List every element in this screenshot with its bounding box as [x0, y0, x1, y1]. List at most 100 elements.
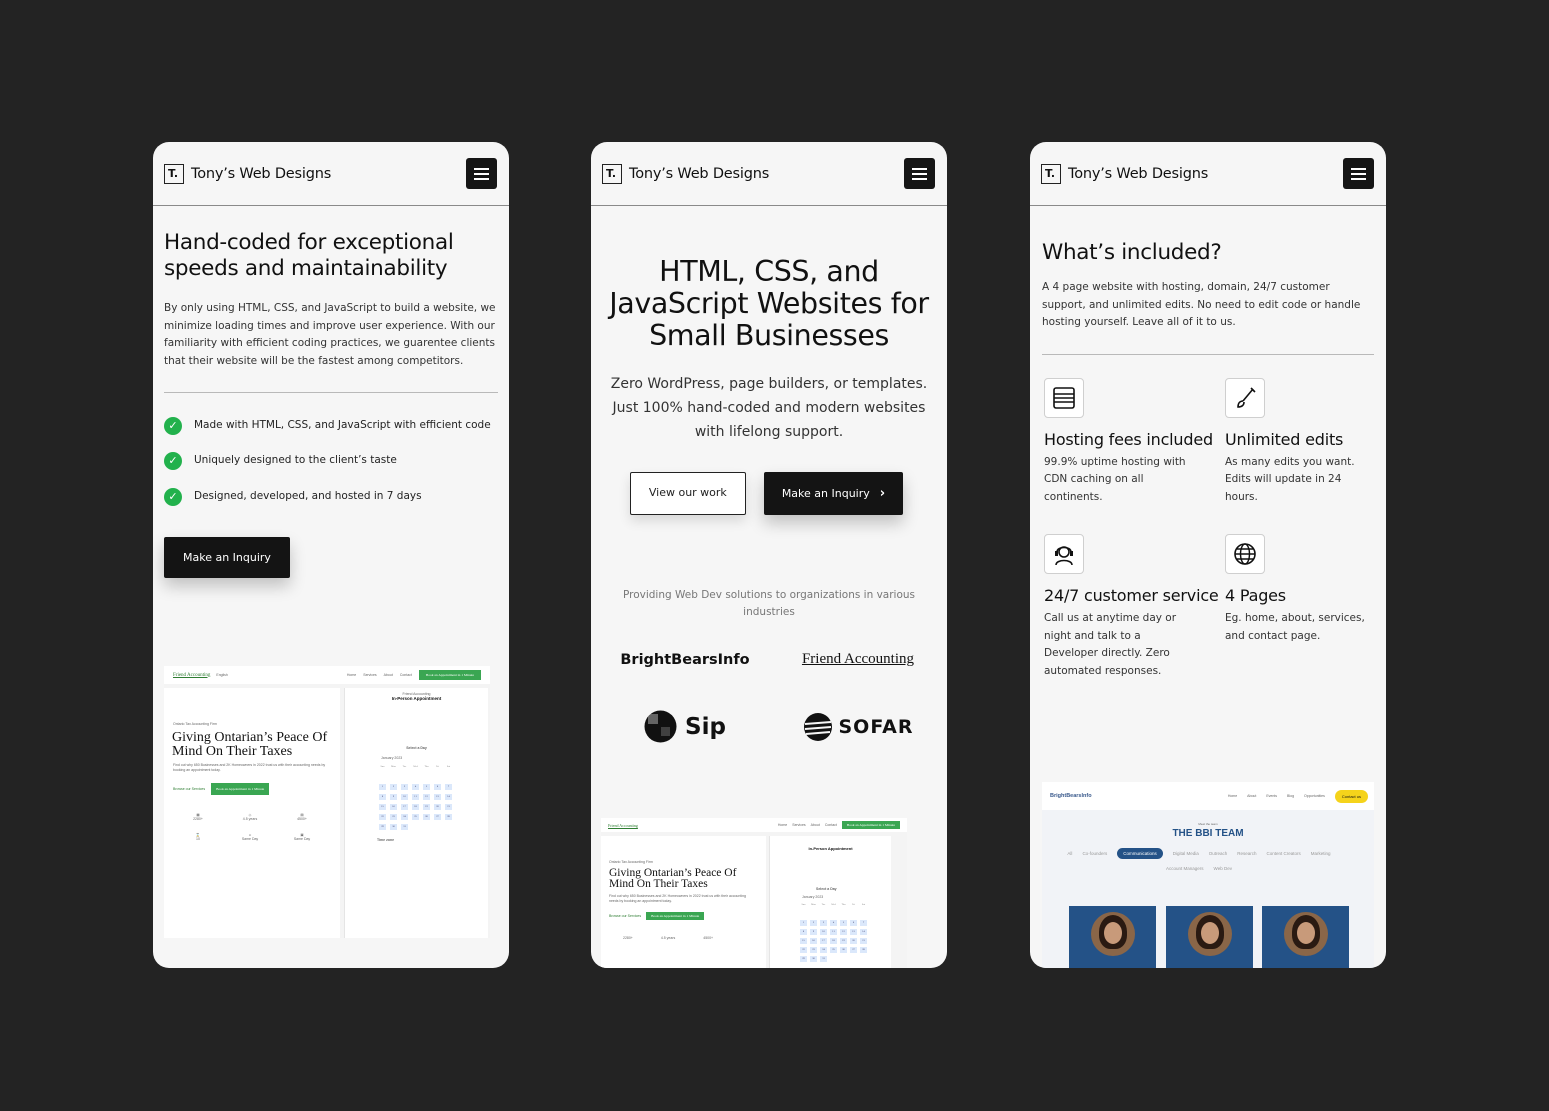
calendar-day: 15: [379, 804, 386, 810]
make-inquiry-button[interactable]: Make an Inquiry ›: [763, 472, 904, 515]
calendar-day: 23: [810, 947, 817, 953]
preview-tab: Co-founders: [1082, 851, 1108, 856]
calendar-day: 2: [810, 920, 817, 926]
phone-screen-speed: T. Tony’s Web Designs Hand-coded for exc…: [153, 142, 509, 968]
preview-tab: Communications: [1117, 848, 1163, 859]
friend-accounting-preview: Friend Accounting English Home Services …: [164, 666, 490, 938]
calendar-weekday: Wed: [831, 903, 836, 906]
section-body: By only using HTML, CSS, and JavaScript …: [164, 302, 496, 367]
feature-title: Hosting fees included: [1044, 429, 1213, 449]
preview-tab: Digital Media: [1172, 851, 1199, 856]
brightbears-preview: BrightBearsInfo Home About Events Blog O…: [1042, 782, 1374, 968]
calendar-day: 4: [412, 784, 419, 790]
calendar-day: 9: [810, 929, 817, 935]
calendar-day: 1: [800, 920, 807, 926]
preview-hero: Ontario Tax Accounting Firm Giving Ontar…: [164, 688, 340, 938]
preview-booking-panel: Friend Accounting In-Person Appointment …: [344, 688, 488, 938]
feature-card: Unlimited edits As many edits you want. …: [1225, 377, 1385, 507]
check-text: Designed, developed, and hosted in 7 day…: [194, 490, 422, 502]
feature-title: 24/7 customer service: [1044, 586, 1219, 605]
preview-tab: All: [1067, 851, 1073, 856]
calendar-day: 14: [445, 794, 452, 800]
preview-tab: Web Dev: [1213, 866, 1232, 871]
calendar-day: [445, 774, 452, 780]
friend-accounting-preview: Friend Accounting Home Services About Co…: [601, 818, 907, 968]
calendar-weekday: Mon: [811, 903, 816, 906]
calendar-day: 29: [800, 956, 807, 962]
calendar-day: 16: [390, 804, 397, 810]
navbar: T. Tony’s Web Designs: [591, 142, 947, 206]
preview-title: Giving Ontarian’s Peace Of Mind On Their…: [172, 730, 328, 759]
menu-button[interactable]: [904, 158, 935, 189]
calendar-day: 10: [401, 794, 408, 800]
calendar-day: 12: [423, 794, 430, 800]
headset-icon: [1044, 534, 1084, 574]
calendar-weekday: Sat: [861, 903, 866, 906]
check-icon: ✓: [164, 488, 182, 506]
check-text: Uniquely designed to the client’s taste: [194, 454, 397, 466]
calendar-day: 12: [840, 929, 847, 935]
calendar-day: [830, 911, 837, 917]
feature-card: 4 Pages Eg. home, about, services, and c…: [1225, 534, 1385, 680]
preview-navbar: BrightBearsInfo Home About Events Blog O…: [1042, 782, 1374, 810]
brand-logo[interactable]: T. Tony’s Web Designs: [1041, 163, 1208, 184]
check-item: ✓ Uniquely designed to the client’s taste: [153, 452, 509, 470]
calendar-day: 21: [445, 804, 452, 810]
calendar-day: 9: [390, 794, 397, 800]
make-inquiry-button[interactable]: Make an Inquiry: [164, 537, 290, 578]
brand-name: Tony’s Web Designs: [629, 165, 770, 182]
calendar-day: 17: [820, 938, 827, 944]
calendar-day: [379, 774, 386, 780]
sip-logo-icon: [644, 710, 677, 743]
team-member-card: [1166, 906, 1253, 968]
sofar-logo-icon: [803, 712, 832, 741]
preview-tab: Research: [1237, 851, 1257, 856]
calendar-day: 1: [379, 784, 386, 790]
calendar-day: 22: [379, 814, 386, 820]
calendar-day: 6: [434, 784, 441, 790]
calendar-weekday: Thu: [841, 903, 846, 906]
clients-caption: Providing Web Dev solutions to organizat…: [622, 589, 916, 618]
calendar-day: 5: [423, 784, 430, 790]
team-member-card: [1262, 906, 1349, 968]
preview-tabs: All Co-founders Communications Digital Medi…: [1054, 848, 1344, 871]
preview-tab: Marketing: [1310, 851, 1331, 856]
menu-button[interactable]: [466, 158, 497, 189]
calendar-day: 20: [434, 804, 441, 810]
brand-logo[interactable]: T. Tony’s Web Designs: [602, 163, 770, 184]
calendar-day: 28: [860, 947, 867, 953]
menu-button[interactable]: [1343, 158, 1374, 189]
check-icon: ✓: [164, 452, 182, 470]
calendar-day: 30: [810, 956, 817, 962]
view-work-button[interactable]: View our work: [629, 472, 746, 515]
calendar-day: 24: [401, 814, 408, 820]
calendar-day: 24: [820, 947, 827, 953]
preview-team-title: THE BBI TEAM: [1172, 828, 1244, 839]
brand-logo[interactable]: T. Tony’s Web Designs: [164, 163, 331, 184]
calendar-weekday: Wed: [413, 765, 418, 768]
calendar-day: 31: [820, 956, 827, 962]
calendar-weekday: Fri: [852, 903, 855, 906]
feature-title: 4 Pages: [1225, 586, 1286, 605]
calendar-day: 19: [423, 804, 430, 810]
calendar-day: 3: [820, 920, 827, 926]
feature-desc: Eg. home, about, services, and contact p…: [1225, 612, 1365, 642]
preview-logo: BrightBearsInfo: [1050, 793, 1092, 799]
check-item: ✓ Made with HTML, CSS, and JavaScript wit…: [153, 417, 509, 435]
logo-mark: T.: [602, 163, 622, 184]
calendar-weekday: Mon: [391, 765, 396, 768]
navbar: T. Tony’s Web Designs: [1030, 142, 1386, 206]
check-item: ✓ Designed, developed, and hosted in 7 da…: [153, 488, 509, 506]
calendar-day: [390, 774, 397, 780]
calendar-weekday: Fri: [436, 765, 439, 768]
client-logo-sofar: SOFAR: [769, 712, 947, 742]
features-grid: Hosting fees included 99.9% uptime hosti…: [1030, 355, 1386, 681]
calendar-day: 11: [412, 794, 419, 800]
preview-book-button: Book an Appointment in 1 Minute: [418, 670, 481, 680]
logo-mark: T.: [164, 163, 184, 184]
calendar-day: 8: [379, 794, 386, 800]
server-icon: [1044, 377, 1084, 418]
calendar-day: 7: [860, 920, 867, 926]
calendar-day: 15: [800, 938, 807, 944]
calendar-day: [800, 911, 807, 917]
